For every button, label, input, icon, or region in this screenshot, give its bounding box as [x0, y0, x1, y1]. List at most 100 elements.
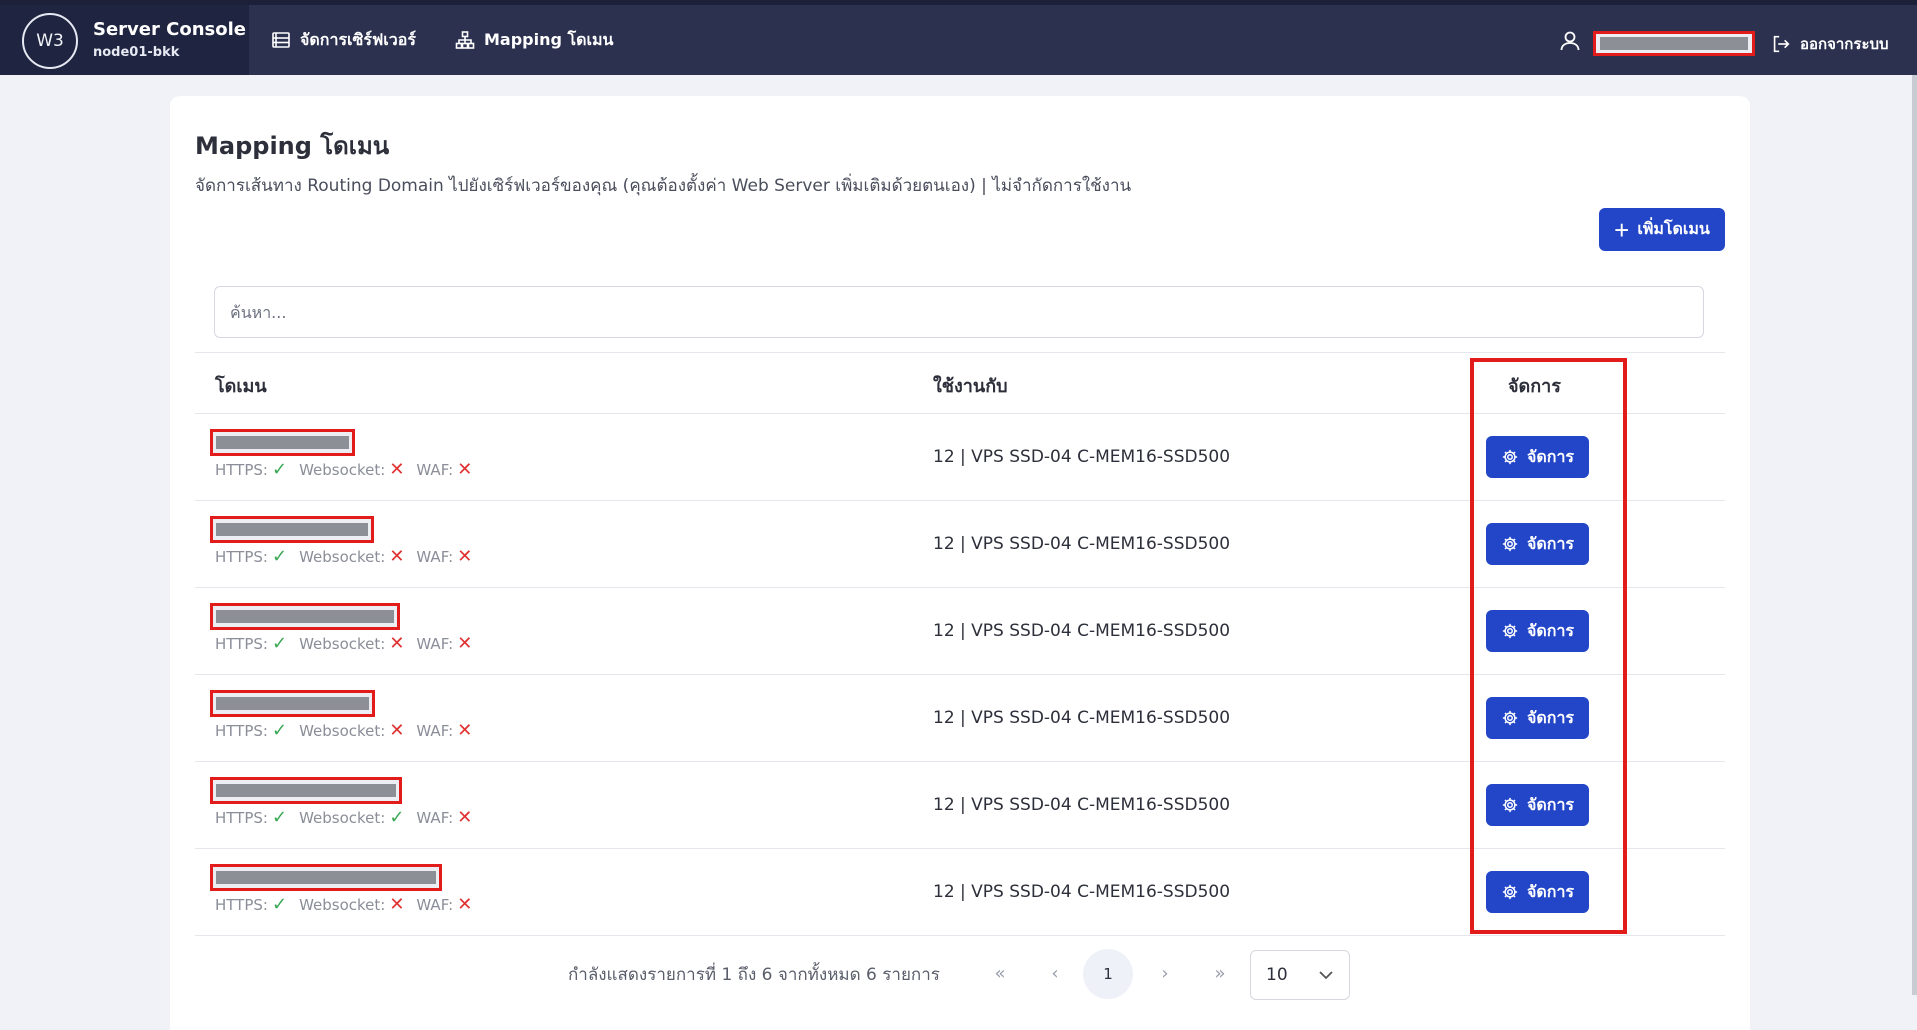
redaction-bar: [216, 523, 368, 536]
check-icon: ✓: [389, 807, 405, 828]
manage-domain-button[interactable]: จัดการ: [1486, 871, 1589, 913]
domain-features: HTTPS: ✓ Websocket: ✕ WAF: ✕: [215, 546, 484, 567]
redaction-bar: [1600, 37, 1748, 50]
brand-title: Server Console: [93, 19, 246, 40]
pagination-info: กำลังแสดงรายการที่ 1 ถึง 6 จากทั้งหมด 6 …: [568, 965, 940, 985]
nav-domain-mapping-label: Mapping โดเมน: [484, 29, 614, 49]
cross-icon: ✕: [389, 546, 405, 567]
manage-label: จัดการ: [1526, 709, 1575, 727]
websocket-label: Websocket:: [299, 635, 386, 653]
page-size-value: 10: [1266, 965, 1288, 985]
brand-node-name: node01-bkk: [93, 45, 180, 60]
manage-domain-button[interactable]: จัดการ: [1486, 784, 1589, 826]
websocket-label: Websocket:: [299, 809, 386, 827]
domain-features: HTTPS: ✓ Websocket: ✓ WAF: ✕: [215, 807, 484, 828]
column-header-domain: โดเมน: [215, 376, 267, 397]
chevron-down-icon: [1319, 971, 1333, 980]
current-page-button[interactable]: 1: [1083, 949, 1133, 999]
manage-label: จัดการ: [1526, 883, 1575, 901]
username-redacted[interactable]: [1593, 31, 1755, 56]
gear-icon: [1502, 710, 1518, 726]
check-icon: ✓: [271, 546, 288, 567]
used-with-server: 12 | VPS SSD-04 C-MEM16-SSD500: [933, 534, 1231, 554]
page-subtitle: จัดการเส้นทาง Routing Domain ไปยังเซิร์ฟ…: [195, 176, 1132, 196]
waf-label: WAF:: [416, 548, 454, 566]
cross-icon: ✕: [457, 720, 473, 741]
cross-icon: ✕: [457, 459, 473, 480]
cross-icon: ✕: [389, 720, 405, 741]
used-with-server: 12 | VPS SSD-04 C-MEM16-SSD500: [933, 708, 1231, 728]
previous-page-button[interactable]: ‹: [1035, 954, 1075, 994]
column-header-manage: จัดการ: [1508, 376, 1561, 397]
cross-icon: ✕: [389, 633, 405, 654]
check-icon: ✓: [271, 633, 288, 654]
domain-features: HTTPS: ✓ Websocket: ✕ WAF: ✕: [215, 633, 484, 654]
https-label: HTTPS:: [215, 548, 268, 566]
manage-domain-button[interactable]: จัดการ: [1486, 523, 1589, 565]
logo-text: W3: [36, 31, 64, 51]
domain-name-redacted: [210, 690, 375, 717]
logout-button[interactable]: ออกจากระบบ: [1770, 32, 1889, 56]
gear-icon: [1502, 536, 1518, 552]
page-size-select[interactable]: 10: [1250, 950, 1350, 1000]
manage-domain-button[interactable]: จัดการ: [1486, 436, 1589, 478]
websocket-label: Websocket:: [299, 896, 386, 914]
next-page-button[interactable]: ›: [1145, 954, 1185, 994]
https-label: HTTPS:: [215, 635, 268, 653]
check-icon: ✓: [271, 720, 288, 741]
cross-icon: ✕: [389, 459, 405, 480]
manage-label: จัดการ: [1526, 796, 1575, 814]
cross-icon: ✕: [457, 807, 473, 828]
logout-label: ออกจากระบบ: [1800, 35, 1889, 53]
cross-icon: ✕: [389, 894, 405, 915]
used-with-server: 12 | VPS SSD-04 C-MEM16-SSD500: [933, 447, 1231, 467]
websocket-label: Websocket:: [299, 722, 386, 740]
table-row: HTTPS: ✓ Websocket: ✕ WAF: ✕ 12 | VPS SSD-04 C…: [195, 501, 1725, 588]
brand-block[interactable]: W3 Server Console node01-bkk: [0, 5, 249, 75]
check-icon: ✓: [271, 807, 288, 828]
waf-label: WAF:: [416, 896, 454, 914]
websocket-label: Websocket:: [299, 461, 386, 479]
manage-label: จัดการ: [1526, 622, 1575, 640]
manage-domain-button[interactable]: จัดการ: [1486, 697, 1589, 739]
domain-name-redacted: [210, 516, 374, 543]
domain-features: HTTPS: ✓ Websocket: ✕ WAF: ✕: [215, 894, 484, 915]
nav-manage-servers-label: จัดการเซิร์ฟเวอร์: [300, 29, 416, 49]
domain-features: HTTPS: ✓ Websocket: ✕ WAF: ✕: [215, 720, 484, 741]
domain-table: โดเมน ใช้งานกับ จัดการ HTTPS: ✓ Websocket:…: [195, 352, 1725, 936]
first-page-button[interactable]: «: [980, 954, 1020, 994]
last-page-button[interactable]: »: [1200, 954, 1240, 994]
table-row: HTTPS: ✓ Websocket: ✕ WAF: ✕ 12 | VPS SSD-04 C…: [195, 675, 1725, 762]
domain-mapping-card: Mapping โดเมน จัดการเส้นทาง Routing Doma…: [170, 96, 1750, 1030]
page-title: Mapping โดเมน: [195, 132, 390, 160]
gear-icon: [1502, 884, 1518, 900]
table-row: HTTPS: ✓ Websocket: ✕ WAF: ✕ 12 | VPS SSD-04 C…: [195, 849, 1725, 936]
redaction-bar: [216, 436, 349, 449]
manage-domain-button[interactable]: จัดการ: [1486, 610, 1589, 652]
nav-domain-mapping[interactable]: Mapping โดเมน: [455, 29, 613, 51]
https-label: HTTPS:: [215, 722, 268, 740]
waf-label: WAF:: [416, 635, 454, 653]
manage-label: จัดการ: [1526, 535, 1575, 553]
check-icon: ✓: [271, 894, 288, 915]
nav-manage-servers[interactable]: จัดการเซิร์ฟเวอร์: [271, 29, 416, 51]
websocket-label: Websocket:: [299, 548, 386, 566]
table-row: HTTPS: ✓ Websocket: ✓ WAF: ✕ 12 | VPS SSD-04 C…: [195, 762, 1725, 849]
add-domain-button[interactable]: + เพิ่มโดเมน: [1599, 208, 1725, 251]
user-icon[interactable]: [1558, 29, 1582, 53]
https-label: HTTPS:: [215, 809, 268, 827]
server-list-icon: [272, 32, 290, 48]
column-header-used-with: ใช้งานกับ: [933, 376, 1008, 397]
search-input[interactable]: [214, 286, 1704, 338]
top-navbar: W3 Server Console node01-bkk จัดการเซิร์…: [0, 0, 1917, 75]
used-with-server: 12 | VPS SSD-04 C-MEM16-SSD500: [933, 621, 1231, 641]
waf-label: WAF:: [416, 461, 454, 479]
pagination: กำลังแสดงรายการที่ 1 ถึง 6 จากทั้งหมด 6 …: [170, 944, 1750, 1004]
domain-name-redacted: [210, 864, 442, 891]
cross-icon: ✕: [457, 894, 473, 915]
waf-label: WAF:: [416, 809, 454, 827]
redaction-bar: [216, 871, 436, 884]
table-body: HTTPS: ✓ Websocket: ✕ WAF: ✕ 12 | VPS SSD-04 C…: [195, 414, 1725, 936]
domain-features: HTTPS: ✓ Websocket: ✕ WAF: ✕: [215, 459, 484, 480]
scrollbar[interactable]: [1912, 75, 1917, 995]
